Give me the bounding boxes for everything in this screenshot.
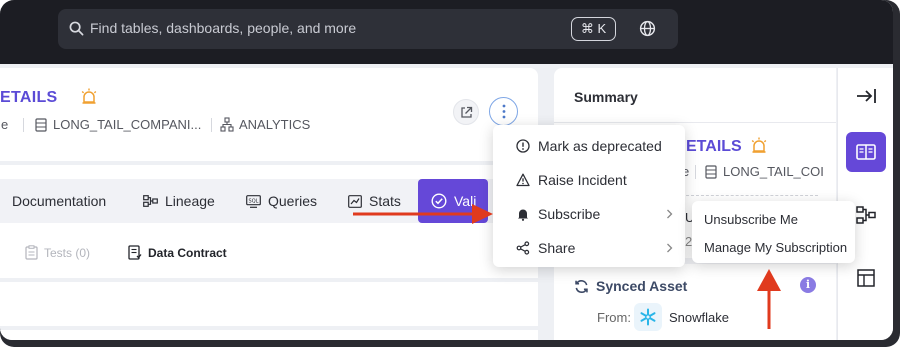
lineage-icon [856,206,876,224]
submenu-item-unsubscribe[interactable]: Unsubscribe Me [704,212,798,227]
synced-asset-row: Synced Asset [574,277,687,295]
alert-siren-icon [751,137,767,153]
summary-asset-title[interactable]: ETAILS [686,138,742,156]
annotation-arrow-up [757,269,781,329]
clipboard-icon [25,245,38,260]
window-frame: Find tables, dashboards, people, and mor… [0,0,900,347]
external-link-icon [461,106,473,118]
annotation-arrow-right [353,204,493,224]
tab-lineage[interactable]: Lineage [143,179,215,223]
layout-icon [857,269,875,287]
summary-header: Summary [554,68,836,123]
top-bar: Find tables, dashboards, people, and mor… [0,0,893,64]
synced-asset-label: Synced Asset [596,278,688,294]
source-name[interactable]: Snowflake [669,310,729,325]
menu-item-mark-deprecated[interactable]: Mark as deprecated [493,131,685,161]
rail-columns-button[interactable] [846,258,886,298]
table-icon [35,118,47,132]
contract-icon [128,245,142,260]
global-search-input[interactable]: Find tables, dashboards, people, and mor… [58,9,678,49]
share-icon [516,241,530,255]
search-placeholder: Find tables, dashboards, people, and mor… [90,20,357,36]
content-panel [0,330,538,340]
lineage-icon [143,195,158,207]
menu-item-raise-incident[interactable]: Raise Incident [493,165,685,195]
alert-siren-icon [81,88,97,104]
menu-item-label: Share [538,240,576,256]
chevron-right-icon [667,209,673,219]
more-options-menu: Mark as deprecated Raise Incident Subscr… [493,125,685,267]
bell-icon [518,209,528,221]
subtab-label: Data Contract [148,245,227,260]
menu-item-share[interactable]: Share [493,233,685,263]
tab-documentation[interactable]: Documentation [12,179,106,223]
rail-list-button[interactable] [846,320,886,340]
source-from-label: From: [597,310,631,325]
svg-text:SQL: SQL [249,198,259,204]
content-panel [0,282,538,326]
asset-schema[interactable]: LONG_TAIL_COMPANI... [53,117,201,132]
subtab-tests[interactable]: Tests (0) [25,245,90,260]
search-icon [69,21,84,36]
subtab-label: Tests (0) [44,245,91,260]
tab-label: Documentation [12,193,107,209]
collapse-right-icon [857,89,876,103]
app-screen: Find tables, dashboards, people, and mor… [0,0,893,340]
rail-summary-button[interactable] [846,132,886,172]
hierarchy-icon [220,117,234,132]
subscribe-submenu: Unsubscribe Me Manage My Subscription [692,201,855,263]
divider [23,118,24,132]
book-icon [856,144,876,160]
asset-title[interactable]: ETAILS [0,89,58,107]
chevron-right-icon [667,243,673,253]
tab-queries[interactable]: SQL Queries [246,179,317,223]
snowflake-logo [634,303,662,331]
tab-label: Lineage [165,193,215,209]
kebab-menu-icon [502,104,506,119]
asset-type: e [1,117,9,132]
submenu-item-manage-subscription[interactable]: Manage My Subscription [704,240,847,255]
list-icon [855,329,877,340]
subtab-data-contract[interactable]: Data Contract [128,245,227,260]
divider [695,165,696,179]
tab-label: Queries [268,193,318,209]
divider [211,118,212,132]
globe-icon[interactable] [639,20,656,37]
shortcut-badge: ⌘ K [571,17,616,41]
menu-item-label: Raise Incident [538,172,627,188]
sql-icon: SQL [246,194,261,208]
more-options-button[interactable] [489,97,518,126]
warning-icon [516,173,530,187]
summary-title: Summary [574,89,638,105]
snowflake-icon [640,308,656,326]
info-icon[interactable]: i [800,277,816,293]
menu-item-label: Mark as deprecated [538,138,662,154]
sync-icon [575,279,588,293]
summary-schema[interactable]: LONG_TAIL_COI [723,164,824,179]
menu-item-subscribe[interactable]: Subscribe [493,199,685,229]
info-circle-icon [516,139,530,153]
asset-database[interactable]: ANALYTICS [239,117,310,132]
menu-item-label: Subscribe [538,206,601,222]
open-external-button[interactable] [453,99,479,125]
asset-header: ETAILS e LONG_TAIL_COMPANI... ANALYTICS [0,68,538,161]
collapse-panel-button[interactable] [846,76,886,116]
table-icon [705,165,717,179]
